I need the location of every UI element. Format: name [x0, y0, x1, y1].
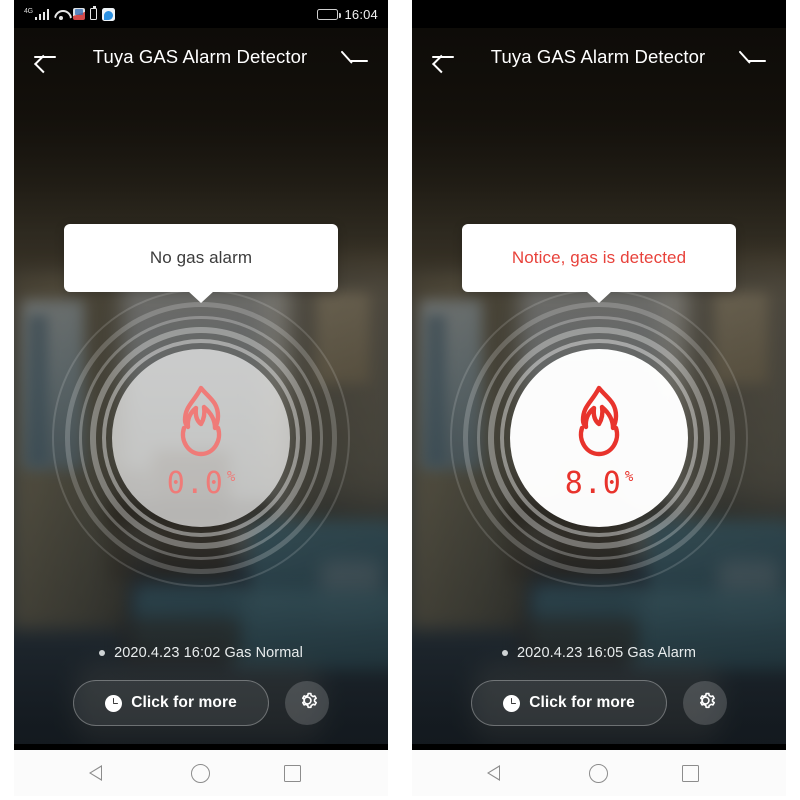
gas-unit: % — [624, 468, 634, 485]
wifi-icon — [54, 9, 68, 20]
edit-pencil-icon[interactable] — [346, 44, 372, 70]
gear-icon — [296, 689, 319, 717]
status-bar-clock: 16:04 — [344, 6, 378, 22]
gear-icon — [694, 689, 717, 717]
app-header: Tuya GAS Alarm Detector — [412, 28, 786, 86]
alarm-status-text: Notice, gas is detected — [511, 248, 687, 267]
app-notification-icon — [73, 8, 86, 20]
gas-reading: 8.0 % — [564, 465, 634, 501]
screenshot-stage: 4G 16:04 Tuya GAS Alarm Detector 0.0 % N… — [0, 0, 800, 800]
bullet-dot-icon — [501, 650, 508, 656]
android-nav-bar — [14, 750, 388, 796]
gas-value: 0.0 — [166, 465, 224, 501]
page-title: Tuya GAS Alarm Detector — [92, 46, 308, 67]
back-arrow-icon[interactable] — [30, 42, 60, 72]
clock-icon — [105, 694, 123, 712]
phone-screen-normal: 4G 16:04 Tuya GAS Alarm Detector 0.0 % N… — [14, 0, 388, 796]
status-bar: 4G 16:04 — [14, 0, 388, 28]
gauge-dial[interactable]: 0.0 % — [112, 349, 290, 527]
signal-bars-icon — [34, 8, 50, 20]
cloud-app-icon — [102, 7, 116, 21]
click-for-more-label: Click for more — [529, 694, 635, 711]
network-type-label: 4G — [24, 8, 33, 15]
gas-gauge-alarm: 8.0 % — [449, 288, 749, 588]
click-for-more-label: Click for more — [131, 694, 237, 711]
gas-reading: 0.0 % — [166, 465, 236, 501]
clock-icon — [503, 694, 521, 712]
gas-unit: % — [226, 468, 236, 485]
gas-value: 8.0 — [564, 465, 622, 501]
click-for-more-button[interactable]: Click for more — [471, 680, 667, 726]
action-row: Click for more — [412, 680, 786, 726]
last-event-text: 2020.4.23 16:02 Gas Normal — [114, 645, 303, 661]
last-event-line: 2020.4.23 16:02 Gas Normal — [14, 645, 388, 661]
nav-recents-square-icon[interactable] — [681, 764, 699, 782]
app-header: Tuya GAS Alarm Detector — [14, 28, 388, 86]
alarm-status-text: No gas alarm — [149, 248, 253, 267]
alarm-status-tooltip: No gas alarm — [64, 224, 338, 292]
action-row: Click for more — [14, 680, 388, 726]
status-bar — [412, 0, 786, 28]
flame-icon — [562, 382, 636, 467]
battery-small-icon — [90, 6, 98, 20]
android-nav-bar — [412, 750, 786, 796]
nav-home-circle-icon[interactable] — [588, 763, 608, 783]
edit-pencil-icon[interactable] — [744, 44, 770, 70]
gas-gauge-normal: 0.0 % — [51, 288, 351, 588]
nav-home-circle-icon[interactable] — [190, 763, 210, 783]
alarm-status-tooltip: Notice, gas is detected — [462, 224, 736, 292]
last-event-text: 2020.4.23 16:05 Gas Alarm — [516, 645, 697, 661]
settings-button[interactable] — [285, 681, 329, 725]
page-title: Tuya GAS Alarm Detector — [490, 46, 706, 67]
nav-back-triangle-icon[interactable] — [486, 763, 515, 783]
bullet-dot-icon — [99, 650, 106, 656]
settings-button[interactable] — [683, 681, 727, 725]
phone-screen-alarm: Tuya GAS Alarm Detector 8.0 % Notice, ga… — [412, 0, 786, 796]
click-for-more-button[interactable]: Click for more — [73, 680, 269, 726]
flame-icon — [164, 382, 238, 467]
nav-recents-square-icon[interactable] — [283, 764, 301, 782]
back-arrow-icon[interactable] — [428, 42, 458, 72]
battery-icon — [317, 8, 342, 20]
nav-back-triangle-icon[interactable] — [88, 763, 117, 783]
gauge-dial[interactable]: 8.0 % — [510, 349, 688, 527]
last-event-line: 2020.4.23 16:05 Gas Alarm — [412, 645, 786, 661]
